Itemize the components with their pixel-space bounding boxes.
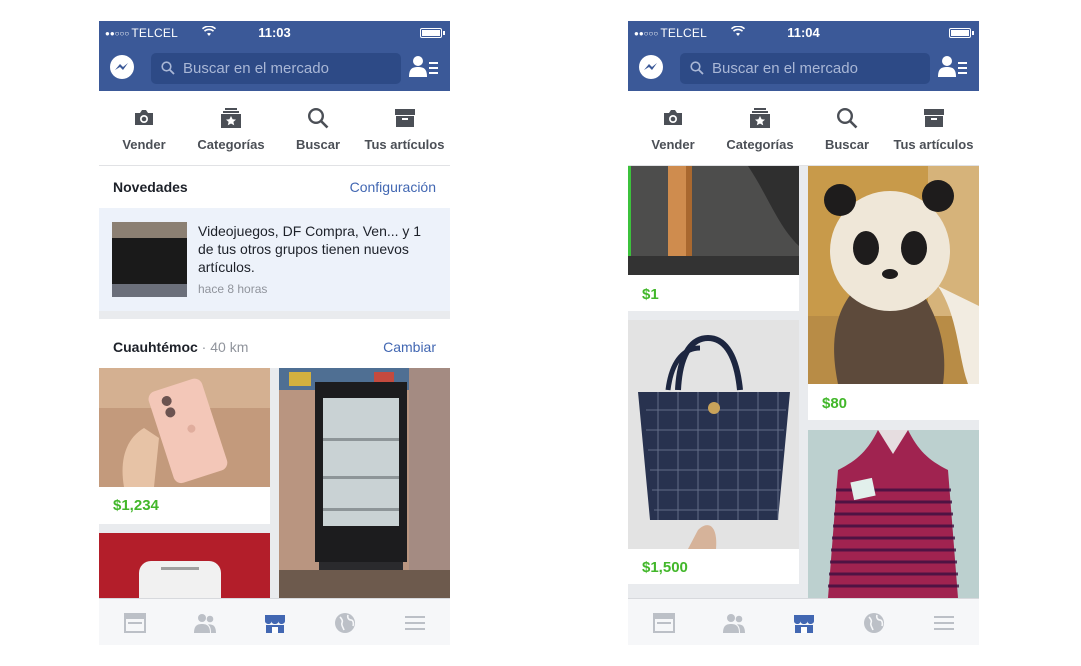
messenger-icon[interactable] — [110, 55, 134, 79]
camera-icon — [135, 110, 153, 125]
news-feed-icon[interactable] — [123, 611, 147, 635]
menu-icon[interactable] — [932, 611, 956, 635]
section-title: Novedades — [113, 179, 188, 195]
search-icon — [690, 61, 704, 75]
notification-text: Videojuegos, DF Compra, Ven... y 1 de tu… — [198, 223, 422, 275]
status-bar: ●●○○○ TELCEL 11:04 — [628, 21, 979, 43]
menu-icon[interactable] — [403, 611, 427, 635]
phone-screen-1: ●●○○○ TELCEL 11:03 Vender Categorías Bus… — [99, 21, 450, 645]
nav-categories[interactable]: Categorías — [714, 91, 806, 166]
battery-icon — [949, 28, 974, 38]
nav-search[interactable]: Buscar — [277, 91, 359, 166]
marketplace-nav: Vender Categorías Buscar Tus artículos — [628, 91, 979, 166]
camera-icon — [664, 110, 682, 125]
header-bar: ●●○○○ TELCEL 11:03 — [99, 21, 450, 91]
friends-icon[interactable] — [722, 611, 746, 635]
friends-icon[interactable] — [193, 611, 217, 635]
inbox-icon — [923, 109, 944, 127]
search-input[interactable] — [183, 53, 395, 84]
listing-card[interactable]: $1 — [628, 166, 799, 311]
nav-sell[interactable]: Vender — [103, 91, 185, 166]
search-icon — [836, 107, 858, 129]
bottom-tab-bar — [99, 598, 450, 645]
listing-price: $1,234 — [113, 497, 159, 514]
group-notification[interactable]: Videojuegos, DF Compra, Ven... y 1 de tu… — [99, 208, 450, 311]
search-icon — [307, 107, 329, 129]
listing-card[interactable]: $1,234 — [99, 368, 270, 524]
contacts-icon[interactable] — [409, 55, 439, 79]
location-header: Cuauhtémoc · 40 km Cambiar — [99, 326, 450, 368]
listing-card[interactable] — [808, 430, 979, 598]
status-bar: ●●○○○ TELCEL 11:03 — [99, 21, 450, 43]
search-icon — [161, 61, 175, 75]
marketplace-icon[interactable] — [792, 611, 816, 635]
marketplace-icon[interactable] — [263, 611, 287, 635]
categories-icon — [750, 108, 770, 128]
location-label: Cuauhtémoc · 40 km — [113, 339, 249, 355]
bottom-tab-bar — [628, 598, 979, 645]
categories-icon — [221, 108, 241, 128]
header-bar: ●●○○○ TELCEL 11:04 — [628, 21, 979, 91]
clock: 11:03 — [258, 25, 291, 40]
listing-card[interactable] — [99, 533, 270, 598]
change-location-link[interactable]: Cambiar — [383, 339, 436, 355]
listing-price: $1,500 — [642, 559, 688, 576]
listing-price: $80 — [822, 395, 848, 412]
listing-image-panda-hat — [808, 166, 979, 384]
nav-sell[interactable]: Vender — [632, 91, 714, 166]
listing-card[interactable]: $80 — [808, 166, 979, 420]
listing-image-dress — [808, 430, 979, 598]
nav-search[interactable]: Buscar — [806, 91, 888, 166]
search-bar[interactable] — [680, 53, 930, 84]
listing-card[interactable] — [279, 368, 450, 598]
listing-image-phone — [99, 368, 270, 487]
phone-screen-2: ●●○○○ TELCEL 11:04 Vender Categorías Bus… — [628, 21, 979, 645]
globe-icon[interactable] — [333, 611, 357, 635]
notification-thumbnail — [112, 222, 187, 297]
search-bar[interactable] — [151, 53, 401, 84]
inbox-icon — [394, 109, 415, 127]
listing-image-fridge — [279, 368, 450, 598]
messenger-icon[interactable] — [639, 55, 663, 79]
nav-your-items[interactable]: Tus artículos — [888, 91, 979, 166]
listing-price: $1 — [642, 286, 659, 303]
marketplace-nav: Vender Categorías Buscar Tus artículos — [99, 91, 450, 166]
news-header: Novedades Configuración — [99, 166, 450, 208]
news-feed-icon[interactable] — [652, 611, 676, 635]
listing-image-white-phone — [99, 533, 270, 598]
listing-card[interactable]: $1,500 — [628, 320, 799, 584]
search-input[interactable] — [712, 53, 924, 84]
listing-image-handbag — [628, 320, 799, 549]
globe-icon[interactable] — [862, 611, 886, 635]
contacts-icon[interactable] — [938, 55, 968, 79]
battery-icon — [420, 28, 445, 38]
notification-time: hace 8 horas — [198, 282, 268, 296]
settings-link[interactable]: Configuración — [350, 179, 436, 195]
listing-image-chair — [628, 166, 799, 275]
divider — [99, 311, 450, 319]
nav-your-items[interactable]: Tus artículos — [359, 91, 450, 166]
clock: 11:04 — [787, 25, 820, 40]
nav-categories[interactable]: Categorías — [185, 91, 277, 166]
